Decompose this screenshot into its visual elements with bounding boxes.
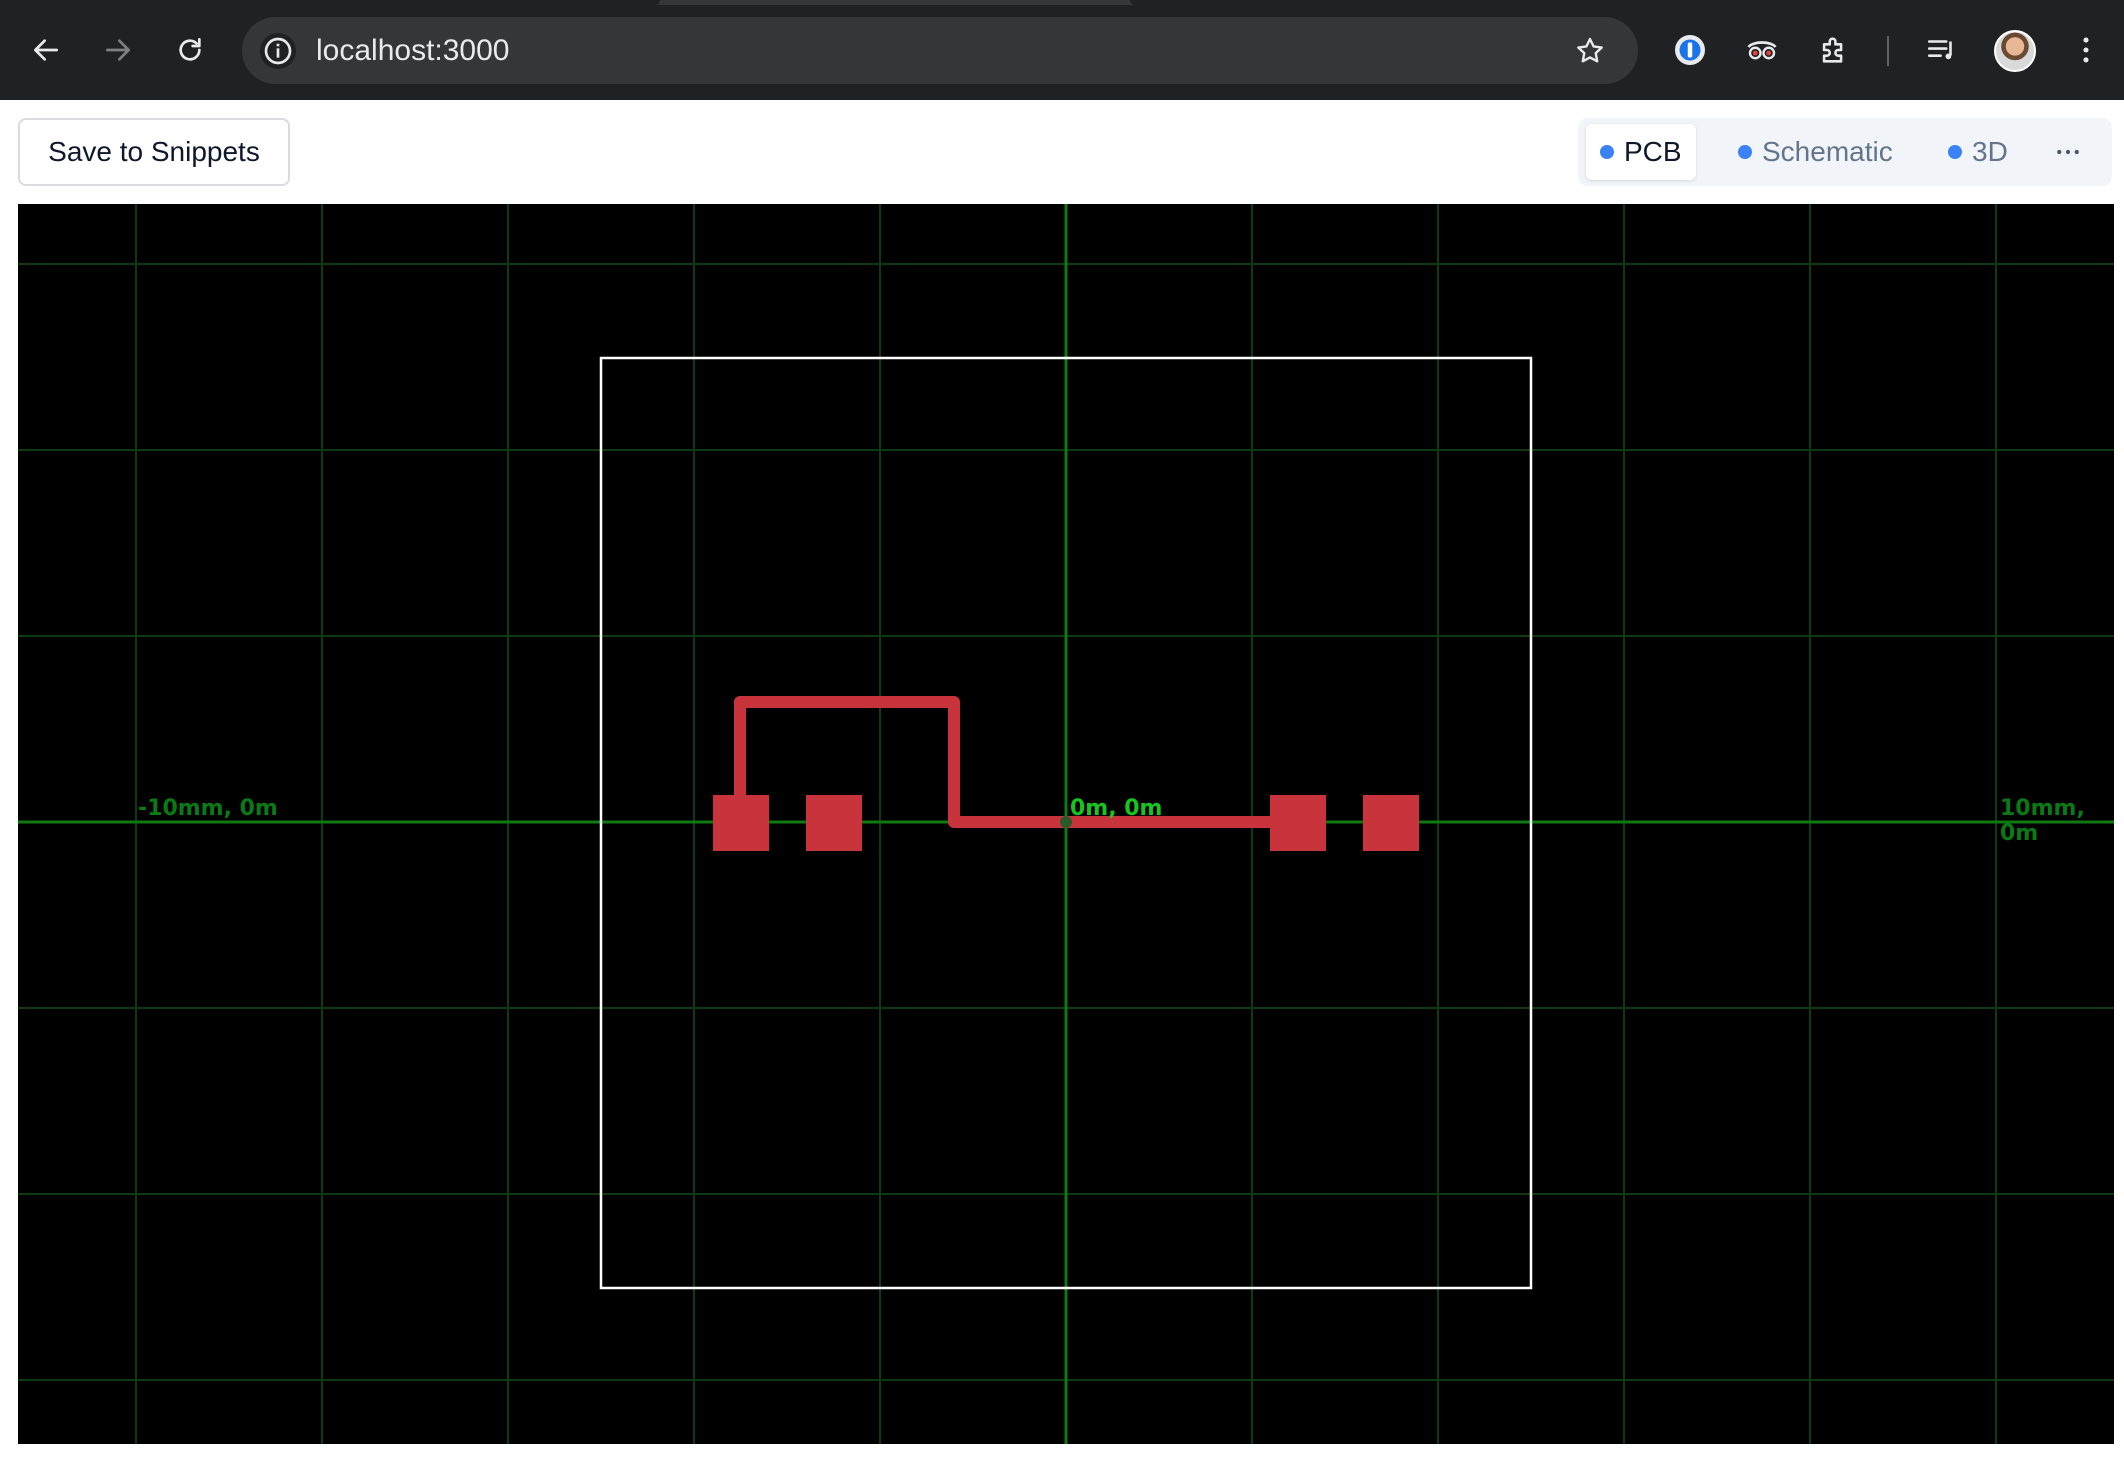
- pad-3: [1270, 795, 1326, 851]
- coord-label-origin: 0m, 0m: [1070, 796, 1163, 821]
- pad-2: [806, 795, 862, 851]
- menu-kebab-icon[interactable]: [2066, 30, 2106, 70]
- back-arrow-icon: [34, 39, 58, 61]
- password-manager-icon[interactable]: [1670, 30, 1710, 70]
- tab-schematic[interactable]: Schematic: [1724, 124, 1907, 180]
- tab-3d-dot: [1948, 145, 1962, 159]
- tab-3d[interactable]: 3D: [1934, 124, 2022, 180]
- media-queue-icon[interactable]: [1922, 30, 1962, 70]
- site-info-icon[interactable]: [260, 33, 296, 69]
- pad-4: [1363, 795, 1419, 851]
- browser-toolbar: localhost:3000: [0, 0, 2124, 100]
- back-button[interactable]: [22, 26, 70, 74]
- tab-pcb[interactable]: PCB: [1586, 124, 1696, 180]
- pcb-drawing: [18, 204, 2114, 1444]
- extensions-puzzle-icon[interactable]: [1814, 30, 1854, 70]
- bookmark-star-icon[interactable]: [1572, 33, 1608, 69]
- tab-strip: [0, 0, 2124, 5]
- pad-1: [713, 795, 769, 851]
- tab-schematic-label: Schematic: [1762, 136, 1893, 167]
- view-tabs: PCB Schematic 3D: [1578, 118, 2112, 186]
- reload-icon: [179, 38, 201, 61]
- address-bar[interactable]: localhost:3000: [242, 17, 1638, 84]
- tab-pcb-label: PCB: [1624, 136, 1682, 167]
- reload-button[interactable]: [166, 26, 214, 74]
- forward-arrow-icon: [106, 39, 130, 61]
- forward-button[interactable]: [94, 26, 142, 74]
- tab-schematic-dot: [1738, 145, 1752, 159]
- toolbar-divider: [1887, 36, 1889, 66]
- more-horizontal-icon[interactable]: [2038, 124, 2098, 180]
- tab-3d-label: 3D: [1972, 136, 2008, 167]
- coord-label-right: 10mm, 0m: [2000, 796, 2085, 846]
- pcb-viewer-canvas[interactable]: -10mm, 0m 0m, 0m 10mm, 0m: [18, 204, 2114, 1444]
- coord-label-left: -10mm, 0m: [138, 796, 278, 821]
- save-to-snippets-button[interactable]: Save to Snippets: [18, 118, 290, 186]
- tab-pcb-dot: [1600, 145, 1614, 159]
- url-text[interactable]: localhost:3000: [316, 33, 509, 69]
- extension-glasses-icon[interactable]: [1742, 30, 1782, 70]
- profile-avatar[interactable]: [1994, 30, 2036, 72]
